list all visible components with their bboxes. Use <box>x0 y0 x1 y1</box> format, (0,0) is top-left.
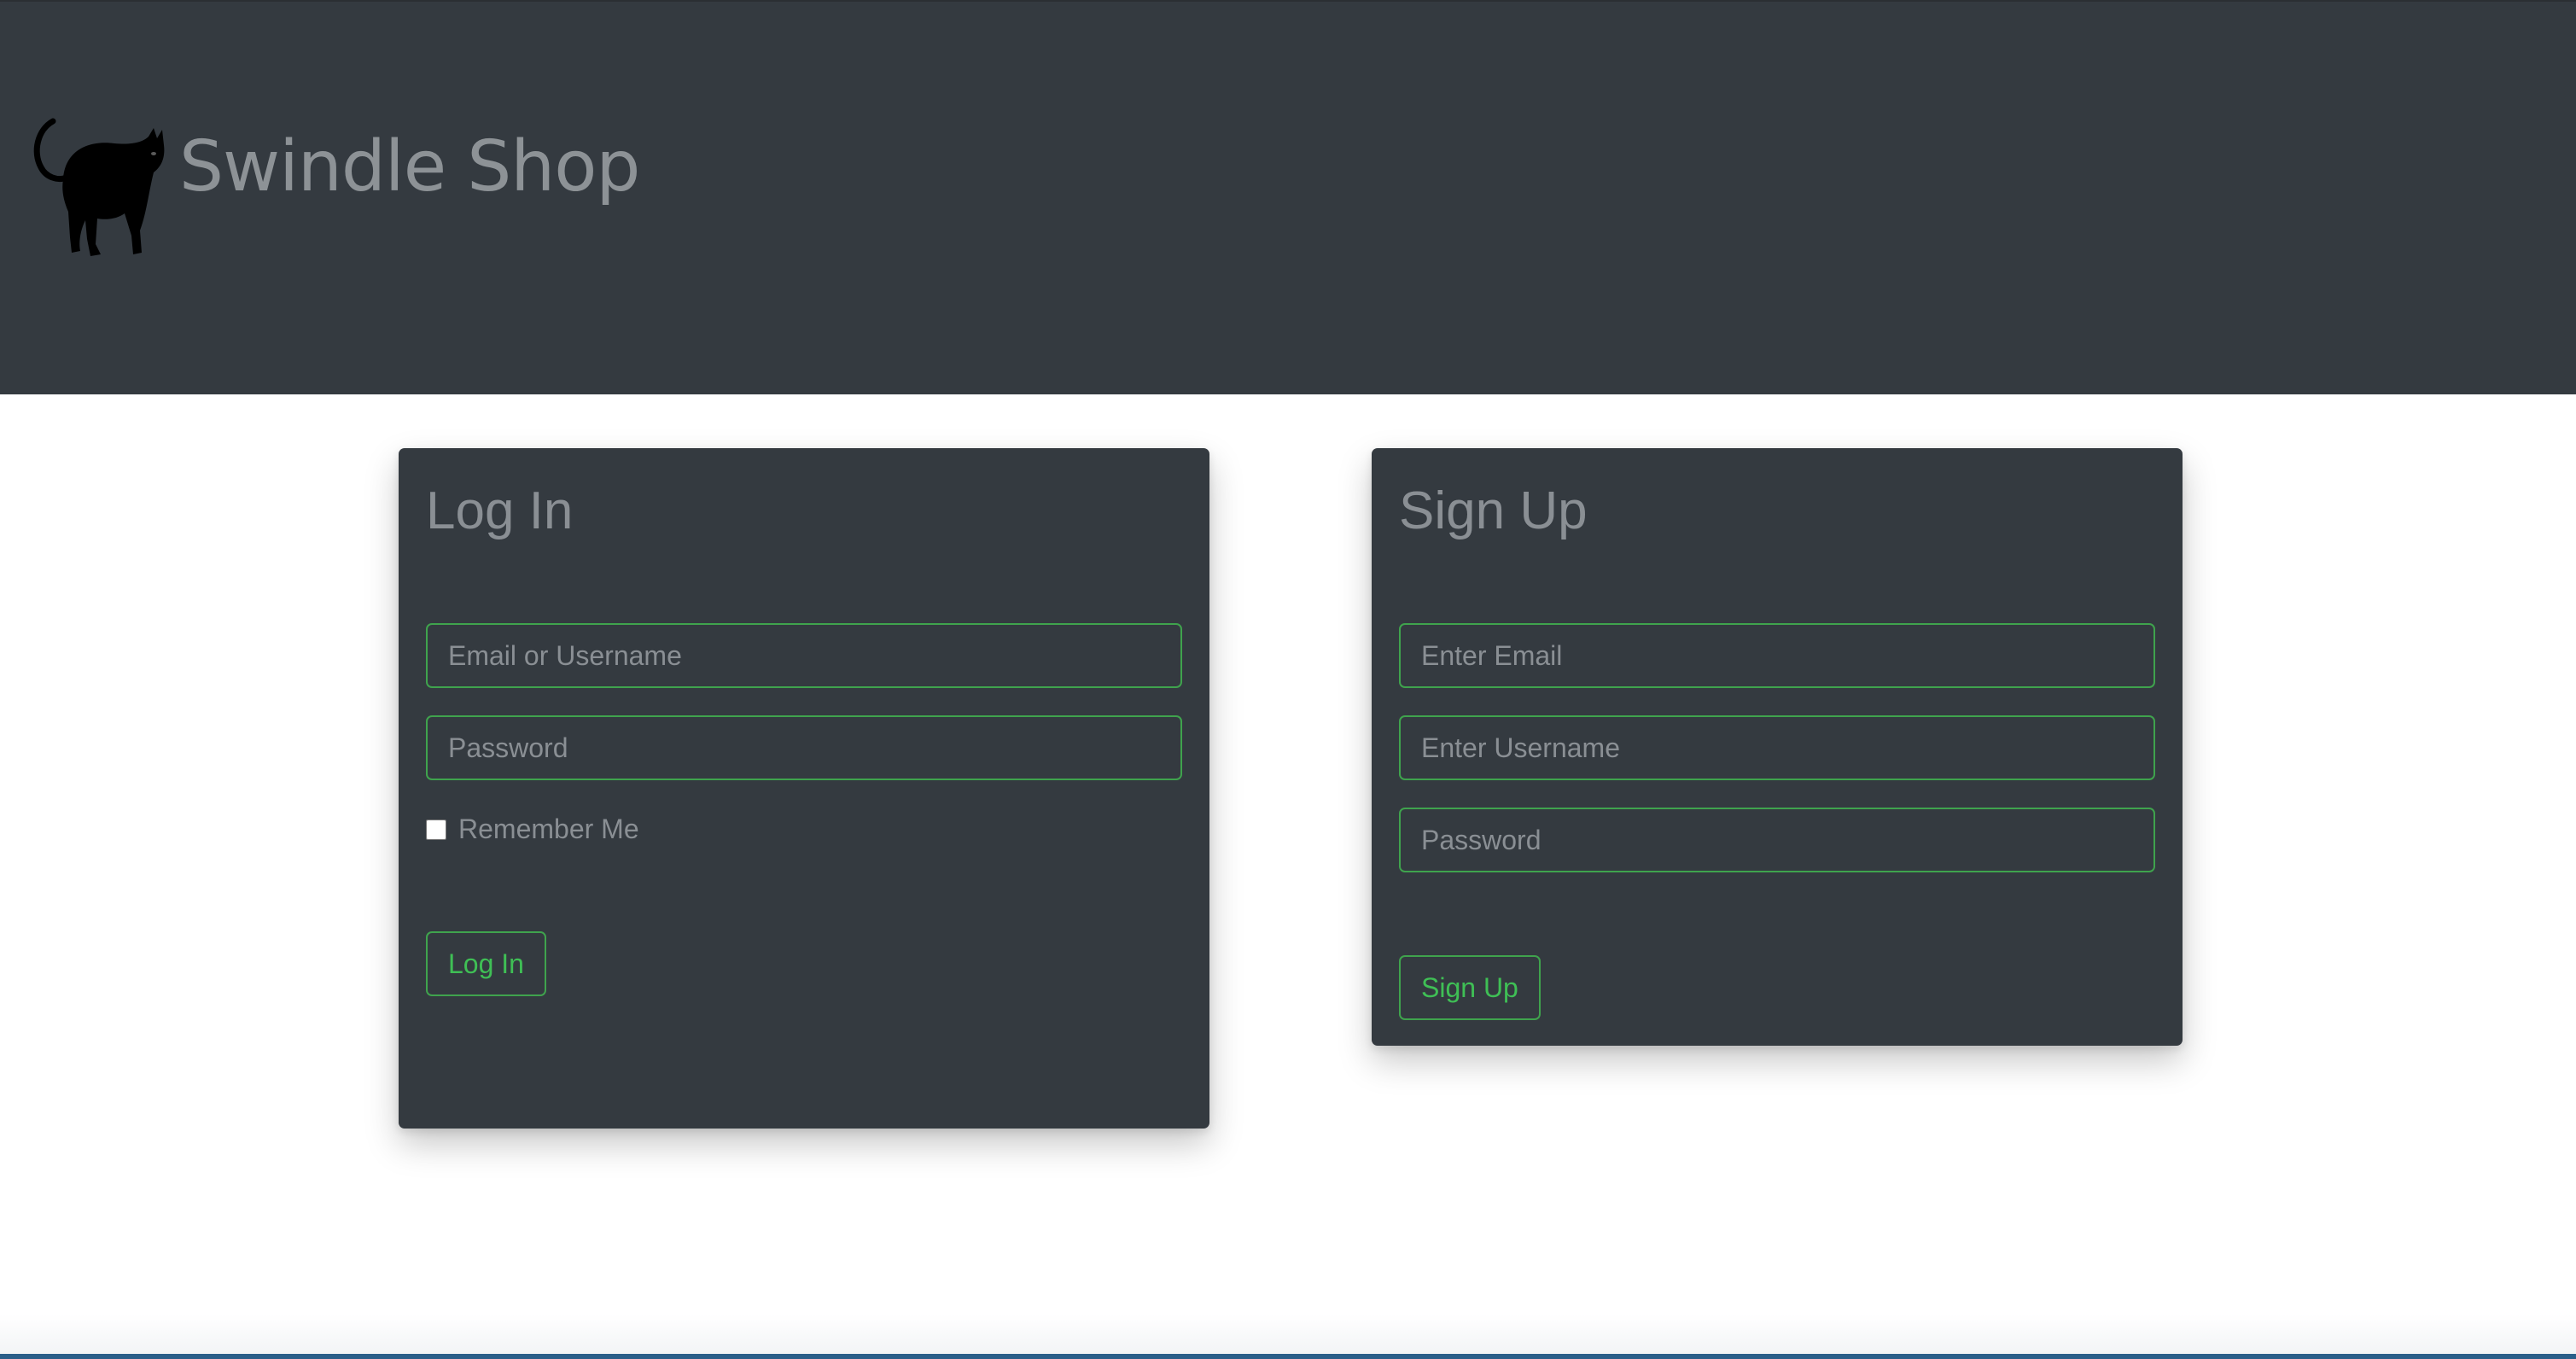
signup-username-input[interactable] <box>1399 715 2155 780</box>
black-cat-icon <box>33 118 165 256</box>
brand[interactable]: Swindle Shop <box>29 111 640 258</box>
remember-me-checkbox[interactable] <box>426 819 446 840</box>
login-card: Log In Remember Me Log In <box>399 448 1209 1129</box>
brand-name: Swindle Shop <box>179 125 640 207</box>
remember-me-label: Remember Me <box>458 814 639 844</box>
login-password-input[interactable] <box>426 715 1182 780</box>
login-identifier-input[interactable] <box>426 623 1182 688</box>
page-bottom-fade <box>0 1315 2576 1359</box>
login-button[interactable]: Log In <box>426 931 546 996</box>
signup-card: Sign Up Sign Up <box>1372 448 2183 1046</box>
remember-me[interactable]: Remember Me <box>426 814 639 845</box>
signup-button[interactable]: Sign Up <box>1399 955 1541 1020</box>
site-header: Swindle Shop <box>0 0 2576 394</box>
signup-password-input[interactable] <box>1399 808 2155 872</box>
login-title: Log In <box>426 481 574 540</box>
signup-email-input[interactable] <box>1399 623 2155 688</box>
signup-title: Sign Up <box>1399 481 1588 540</box>
page-bottom-bar <box>0 1354 2576 1359</box>
